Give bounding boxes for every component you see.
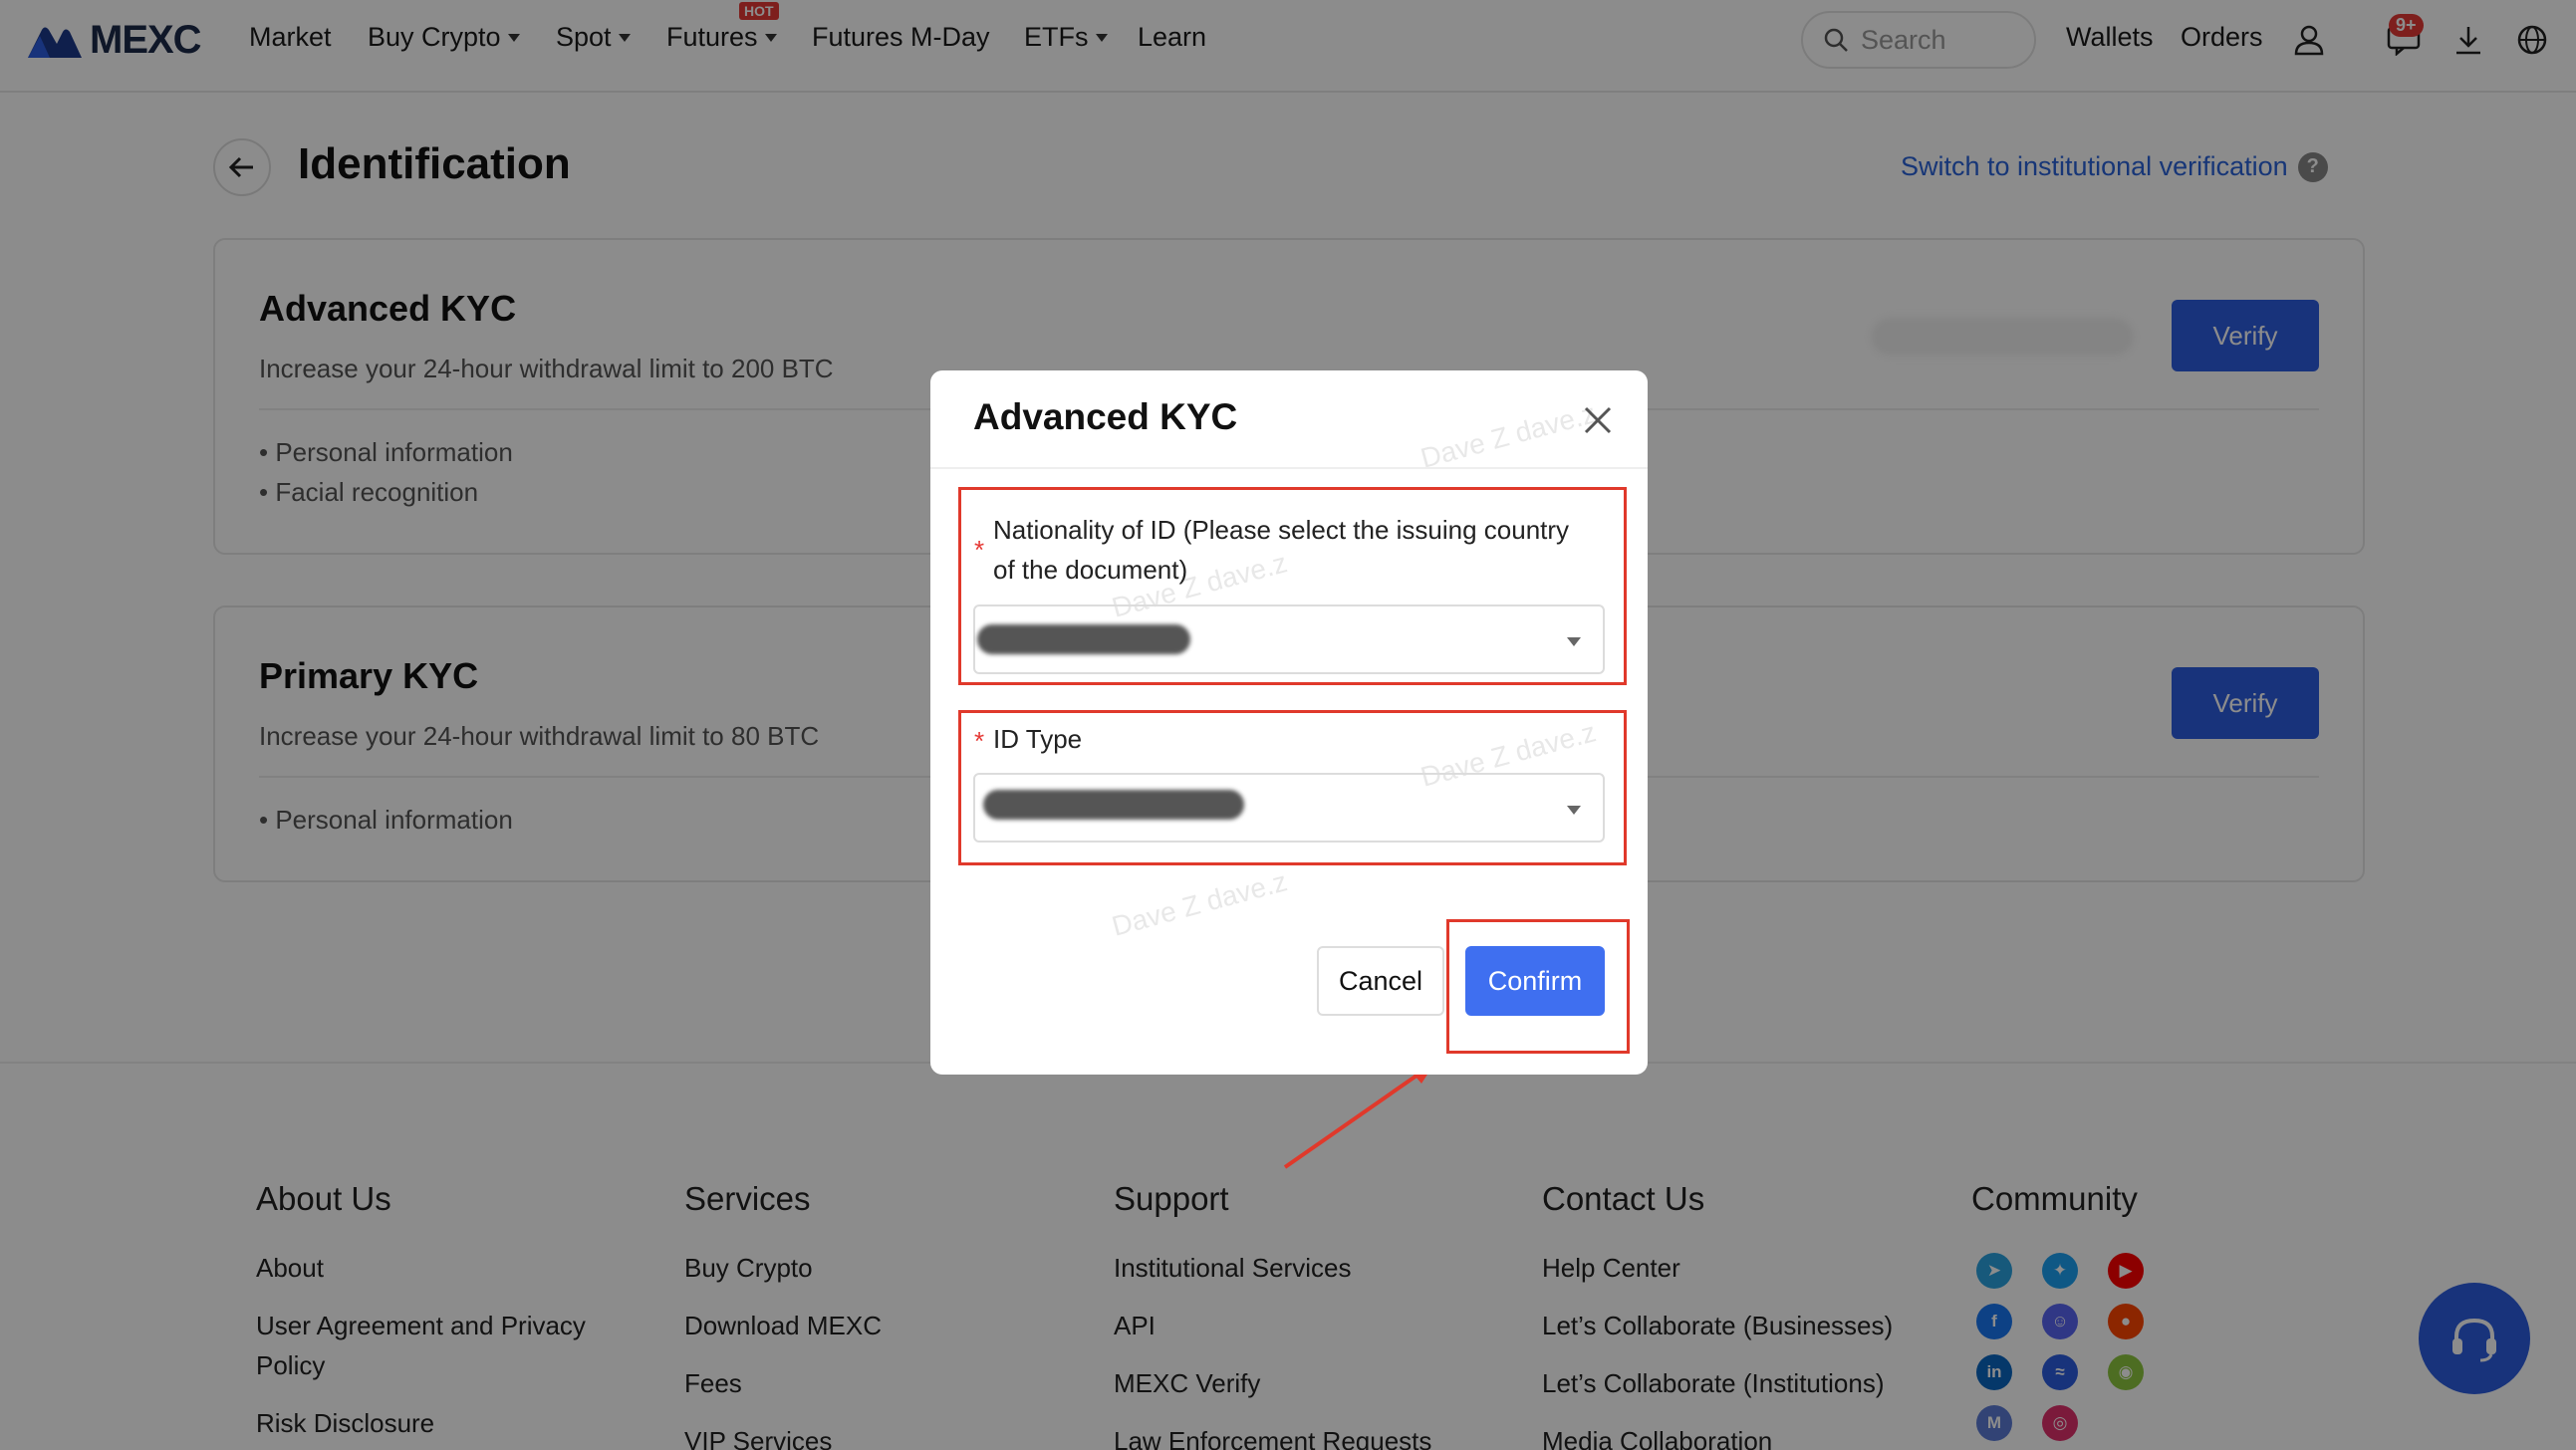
modal-title: Advanced KYC [973, 396, 1238, 437]
nationality-label-cont: of the document) [993, 555, 1188, 585]
required-mark: * [974, 726, 985, 756]
watermark: Dave Z dave.z [1417, 397, 1600, 474]
redacted-value [983, 790, 1244, 820]
required-mark: * [974, 535, 985, 565]
chevron-down-icon [1567, 637, 1581, 646]
close-icon[interactable] [1578, 400, 1618, 440]
chevron-down-icon [1567, 806, 1581, 815]
nationality-label: Nationality of ID (Please select the iss… [993, 515, 1570, 545]
watermark: Dave Z dave.z [1108, 865, 1291, 942]
id-type-select[interactable] [973, 773, 1605, 843]
redacted-value [977, 624, 1190, 654]
id-type-label: ID Type [993, 724, 1083, 754]
confirm-button[interactable]: Confirm [1465, 946, 1605, 1016]
modal-divider [930, 467, 1648, 469]
nationality-select[interactable] [973, 604, 1605, 674]
cancel-button[interactable]: Cancel [1317, 946, 1444, 1016]
advanced-kyc-modal: Dave Z dave.z Dave Z dave.z Dave Z dave.… [930, 370, 1648, 1075]
